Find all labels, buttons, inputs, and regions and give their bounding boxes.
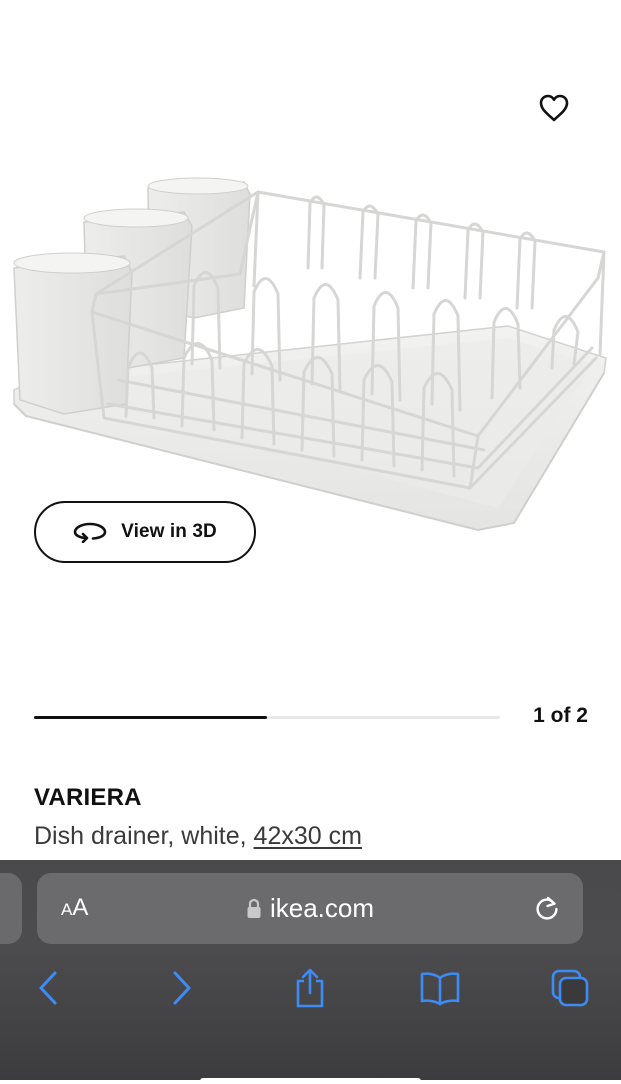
carousel-progress-fill [34,716,267,719]
aa-big-letter: A [72,894,89,921]
home-indicator[interactable] [200,1078,421,1084]
reload-icon[interactable] [533,895,561,923]
browser-toolbar: AA ikea.com [0,860,621,1084]
chevron-left-icon [39,971,57,1005]
product-description-text: Dish drainer, white, [34,822,254,850]
product-description: Dish drainer, white, 42x30 cm [34,822,362,851]
reader-options-button[interactable]: AA [61,894,88,922]
chevron-right-icon [173,971,191,1005]
forward-button[interactable] [160,966,204,1010]
tabs-icon [551,969,589,1007]
share-button[interactable] [288,966,332,1010]
share-icon [296,968,324,1008]
product-image[interactable] [8,168,612,538]
address-bar[interactable]: AA ikea.com [37,873,583,944]
product-name: VARIERA [34,784,142,811]
url-display: ikea.com [37,873,583,944]
rotate-3d-icon [73,522,107,543]
book-icon [420,972,460,1006]
heart-icon [539,94,569,122]
view-in-3d-label: View in 3D [121,521,217,542]
carousel-page-indicator: 1 of 2 [533,704,588,727]
bookmarks-button[interactable] [418,966,462,1010]
view-in-3d-button[interactable]: View in 3D [34,501,256,563]
favorite-button[interactable] [536,90,572,126]
carousel-progress-track [34,716,500,719]
product-size-link[interactable]: 42x30 cm [254,822,362,850]
back-button[interactable] [26,966,70,1010]
aa-small-letter: A [61,900,73,919]
url-text[interactable]: ikea.com [270,893,374,924]
previous-tab-peek[interactable] [0,873,22,944]
lock-icon [247,898,261,918]
tabs-button[interactable] [548,966,592,1010]
